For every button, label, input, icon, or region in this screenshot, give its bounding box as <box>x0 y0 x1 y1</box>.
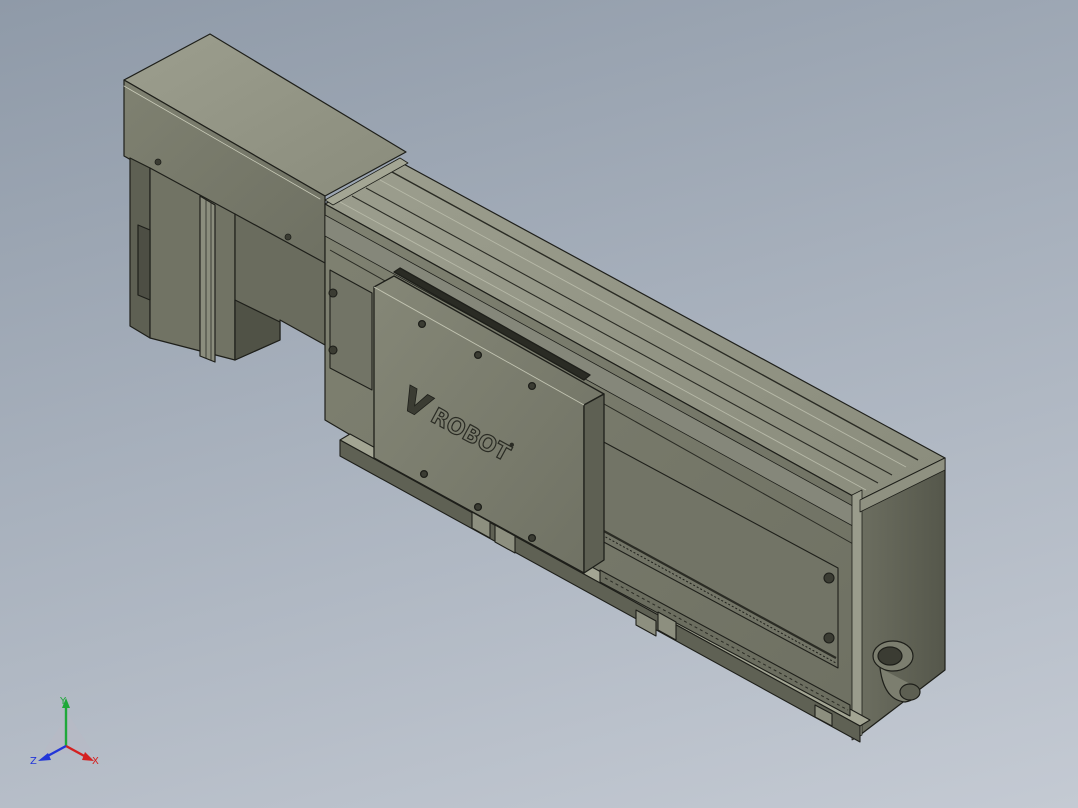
carriage-screw <box>527 533 537 543</box>
panel-screw <box>328 345 338 355</box>
x-axis-label: X <box>92 756 99 767</box>
motor-screw <box>154 158 162 166</box>
cad-viewport[interactable]: ROBOT Y X Z <box>0 0 1078 808</box>
z-axis-label: Z <box>30 756 37 767</box>
orientation-triad[interactable]: Y X Z <box>22 692 112 774</box>
carriage-screw <box>527 381 537 391</box>
y-axis-label: Y <box>59 696 67 707</box>
panel-screw <box>823 632 835 644</box>
panel-screw <box>823 572 835 584</box>
carriage-screw <box>419 469 429 479</box>
carriage-screw <box>473 502 483 512</box>
panel-screw <box>328 288 338 298</box>
carriage-screw <box>473 350 483 360</box>
motor-screw <box>284 233 292 241</box>
carriage-screw <box>417 319 427 329</box>
linear-actuator-model[interactable]: ROBOT <box>0 0 1078 808</box>
